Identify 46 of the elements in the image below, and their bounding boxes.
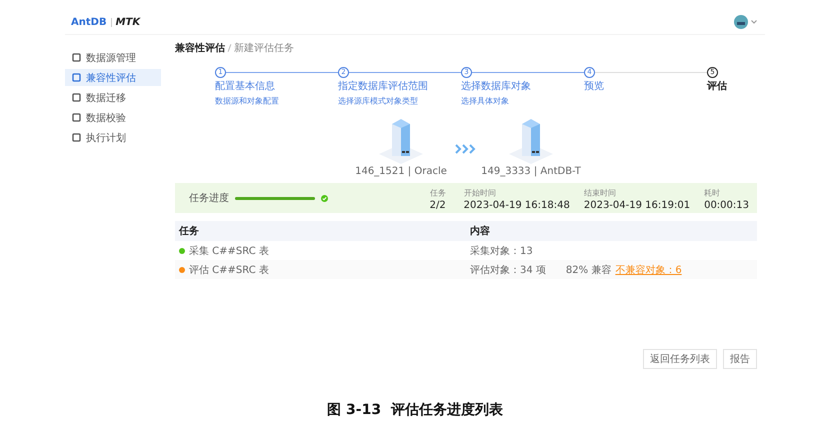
sidebar-item[interactable]: 数据迁移 <box>65 89 161 106</box>
action-button[interactable]: 报告 <box>723 349 757 369</box>
stat-value: 2023-04-19 16:19:01 <box>584 200 690 210</box>
chevrons-icon <box>455 144 477 154</box>
step-subtitle: 选择源库模式对象类型 <box>338 96 419 107</box>
breadcrumb-item[interactable]: 兼容性评估 <box>175 41 225 55</box>
step-subtitle: 数据源和对象配置 <box>215 96 280 107</box>
breadcrumb-item: 新建评估任务 <box>234 42 294 55</box>
stat-label: 任务 <box>430 188 446 198</box>
step-title: 选择数据库对象 <box>461 80 532 93</box>
step-title: 评估 <box>707 80 728 93</box>
stat-value: 2/2 <box>430 200 447 210</box>
step-title: 配置基本信息 <box>215 80 276 93</box>
menu-item-icon <box>72 133 81 142</box>
sidebar-item[interactable]: 兼容性评估 <box>65 69 161 86</box>
step-subtitle: 选择具体对象 <box>461 96 510 107</box>
stat-label: 开始时间 <box>464 188 497 198</box>
table-cell-text: 评估对象：34 项 <box>470 264 546 276</box>
progress-label: 任务进度 <box>189 192 229 205</box>
check-icon <box>321 194 328 202</box>
stat-value: 00:00:13 <box>704 200 749 210</box>
sidebar-item[interactable]: 数据源管理 <box>65 49 161 66</box>
stat-label: 耗时 <box>704 188 722 198</box>
figure-caption: 图 3-13 评估任务进度列表 <box>327 401 503 419</box>
server-label: 146_1521 | Oracle <box>355 166 447 177</box>
action-button[interactable]: 返回任务列表 <box>643 349 717 369</box>
table-cell-text: 82% 兼容 <box>566 264 612 276</box>
logo: AntDB MTK <box>71 16 140 28</box>
menu-item-icon <box>72 53 81 62</box>
menu-item-icon <box>72 73 81 82</box>
column-header: 内容 <box>469 224 491 238</box>
step-title: 指定数据库评估范围 <box>338 80 429 93</box>
table-cell-text: 评估 C##SRC 表 <box>189 264 269 276</box>
stat-label: 结束时间 <box>584 188 617 198</box>
server-label: 149_3333 | AntDB-T <box>481 166 581 177</box>
sidebar-item[interactable]: 数据校验 <box>65 109 161 126</box>
stat-value: 2023-04-19 16:18:48 <box>464 200 570 210</box>
caret-icon[interactable] <box>751 20 757 24</box>
table-cell-text: 采集 C##SRC 表 <box>189 244 269 258</box>
avatar-icon[interactable] <box>734 15 748 29</box>
sidebar-item[interactable]: 执行计划 <box>65 129 161 146</box>
step-title: 预览 <box>584 80 605 93</box>
menu-item-icon <box>72 113 81 122</box>
column-header: 任务 <box>178 224 200 238</box>
menu-item-icon <box>72 93 81 102</box>
table-cell-text: 采集对象：13 <box>470 244 533 258</box>
